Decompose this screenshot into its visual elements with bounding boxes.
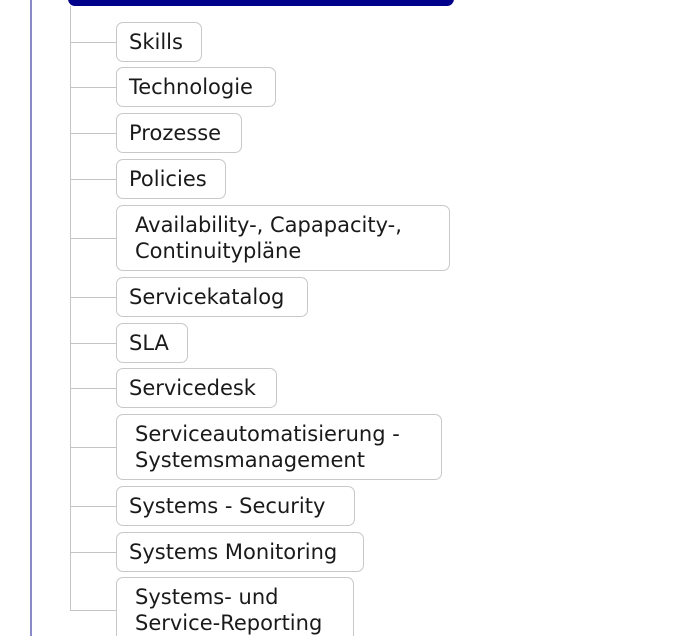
child-node-text: Systems Monitoring xyxy=(129,539,337,565)
child-node-text: Availability-, Capapacity-, Continuityplä… xyxy=(135,212,402,264)
child-node[interactable]: Skills xyxy=(116,22,202,62)
mindmap-canvas: Skills Technologie Prozesse Policies Availab… xyxy=(0,0,676,636)
child-node-text: Policies xyxy=(129,166,207,192)
child-node[interactable]: Systems Monitoring xyxy=(116,532,364,572)
child-node[interactable]: Servicekatalog xyxy=(116,277,308,317)
child-node[interactable]: Technologie xyxy=(116,67,276,107)
child-node[interactable]: Systems- und Service-Reporting xyxy=(116,577,354,636)
connector-line xyxy=(70,506,116,507)
child-node-text: Servicedesk xyxy=(129,375,256,401)
connector-line xyxy=(70,133,116,134)
child-node-label: Servicedesk xyxy=(129,376,256,400)
child-node-text: Systems- und Service-Reporting xyxy=(135,584,322,636)
connector-line xyxy=(70,343,116,344)
child-node-text: Serviceautomatisierung - Systemsmanagemen… xyxy=(135,421,400,473)
child-node-label: Skills xyxy=(129,30,183,54)
outer-border-line xyxy=(30,0,32,636)
child-node-text: SLA xyxy=(129,330,169,356)
child-node-label: Service-Reporting xyxy=(135,611,323,635)
connector-line xyxy=(70,388,116,389)
child-node[interactable]: Serviceautomatisierung - Systemsmanagemen… xyxy=(116,414,442,480)
child-node-label: Systemsmanagement xyxy=(135,448,365,472)
child-node-label: Servicekatalog xyxy=(129,285,285,309)
child-node[interactable]: Prozesse xyxy=(116,113,242,153)
connector-line xyxy=(70,42,116,43)
child-node-label: Systems- und xyxy=(135,585,279,609)
connector-line xyxy=(70,87,116,88)
child-node[interactable]: Servicedesk xyxy=(116,368,277,408)
child-node[interactable]: Availability-, Capapacity-, Continuityplä… xyxy=(116,205,450,271)
connector-line xyxy=(70,610,116,611)
connector-line xyxy=(70,447,116,448)
child-node-label: Systems Monitoring xyxy=(129,540,338,564)
connector-line xyxy=(70,238,116,239)
child-node-text: Skills xyxy=(129,29,183,55)
child-node-text: Prozesse xyxy=(129,120,221,146)
connector-line xyxy=(70,179,116,180)
child-node[interactable]: SLA xyxy=(116,323,188,363)
child-node-label: Systems - Security xyxy=(129,494,326,518)
child-node-label: Prozesse xyxy=(129,121,222,145)
child-node-text: Servicekatalog xyxy=(129,284,284,310)
child-node[interactable]: Systems - Security xyxy=(116,486,355,526)
child-node-label: SLA xyxy=(129,331,169,355)
child-node-label: Policies xyxy=(129,167,207,191)
parent-node[interactable] xyxy=(68,0,454,6)
child-node[interactable]: Policies xyxy=(116,159,226,199)
connector-line xyxy=(70,552,116,553)
child-node-text: Systems - Security xyxy=(129,493,325,519)
child-node-label: Serviceautomatisierung - xyxy=(135,422,400,446)
child-node-text: Technologie xyxy=(129,74,253,100)
child-node-label: Technologie xyxy=(129,75,253,99)
connector-line xyxy=(70,297,116,298)
child-node-label: Availability-, Capapacity-, xyxy=(135,213,402,237)
tree-trunk-line xyxy=(70,6,71,610)
child-node-label: Continuitypläne xyxy=(135,239,302,263)
